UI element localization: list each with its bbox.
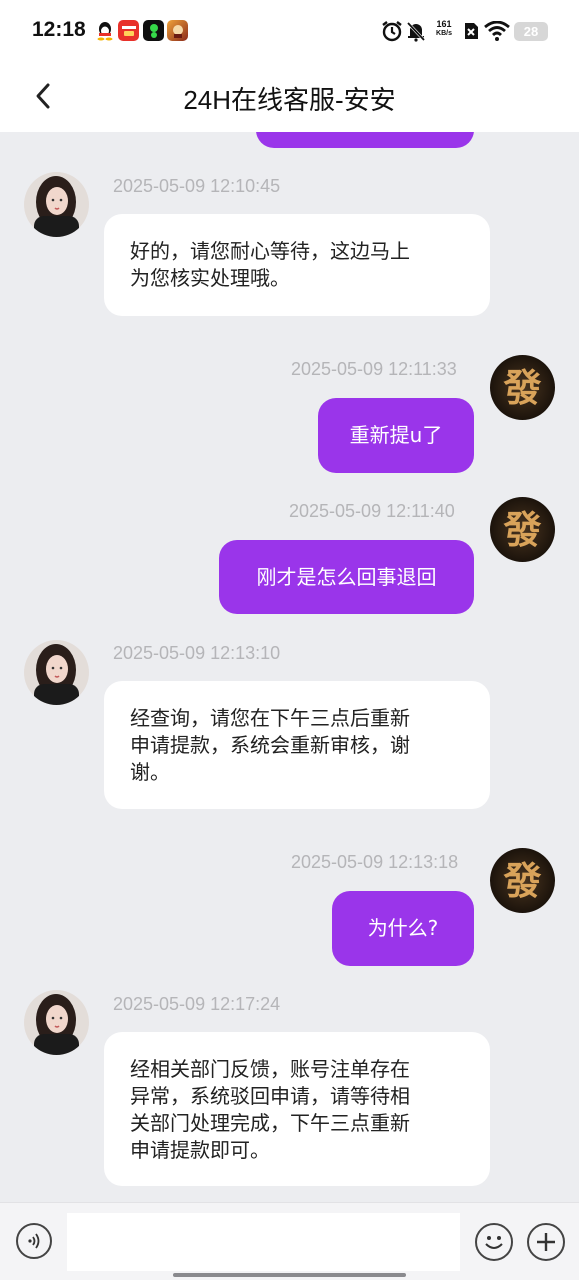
message-timestamp: 2025-05-09 12:17:24 (113, 994, 281, 1014)
status-time: 12:18 (32, 18, 86, 41)
status-bar: 12:18 161 KB/s 28 (0, 0, 579, 62)
network-speed-value: 161 (436, 19, 452, 29)
agent-message-bubble[interactable]: 经查询，请您在下午三点后重新 申请提款，系统会重新审核，谢 谢。 (104, 681, 490, 809)
chat-header: 24H在线客服-安安 (0, 62, 579, 132)
network-speed: 161 KB/s (431, 19, 457, 39)
message-text: 重新提u了 (349, 423, 443, 447)
page-title: 24H在线客服-安安 (183, 85, 396, 115)
message-timestamp: 2025-05-09 12:11:33 (291, 359, 457, 379)
game-app-icon (167, 20, 188, 41)
alarm-icon (381, 19, 403, 43)
message-line: 好的，请您耐心等待，这边马上 (130, 239, 410, 263)
message-input-bar (0, 1202, 579, 1280)
message-line: 为您核实处理哦。 (130, 266, 290, 290)
message-line: 关部门处理完成，下午三点重新 (130, 1111, 410, 1135)
previous-message-bubble[interactable] (256, 132, 474, 148)
agent-avatar[interactable] (24, 990, 89, 1055)
voice-icon[interactable] (16, 1223, 52, 1259)
message-input[interactable] (67, 1213, 460, 1271)
message-line: 经查询，请您在下午三点后重新 (130, 706, 410, 730)
emoji-icon[interactable] (475, 1223, 513, 1261)
mute-bell-icon (405, 19, 427, 43)
network-speed-unit: KB/s (436, 30, 452, 37)
agent-avatar[interactable] (24, 640, 89, 705)
user-avatar[interactable]: 發 (490, 355, 555, 420)
user-message-bubble[interactable]: 为什么? (332, 891, 474, 966)
sim-x-icon (463, 19, 479, 43)
message-text: 刚才是怎么回事退回 (256, 564, 437, 589)
message-line: 异常，系统驳回申请，请等待相 (130, 1084, 410, 1108)
agent-avatar[interactable] (24, 172, 89, 237)
message-timestamp: 2025-05-09 12:13:10 (113, 643, 281, 663)
message-line: 申请提款，系统会重新审核，谢 (130, 733, 410, 757)
user-avatar-glyph: 發 (502, 507, 541, 552)
message-timestamp: 2025-05-09 12:11:40 (289, 501, 455, 521)
user-avatar-glyph: 發 (502, 365, 541, 410)
home-indicator (173, 1273, 406, 1277)
user-avatar[interactable]: 發 (490, 848, 555, 913)
agent-message-bubble[interactable]: 好的，请您耐心等待，这边马上 为您核实处理哦。 (104, 214, 490, 316)
message-timestamp: 2025-05-09 12:10:45 (113, 176, 281, 196)
wifi-icon (484, 19, 510, 43)
message-text: 为什么? (367, 916, 439, 940)
user-message-bubble[interactable]: 重新提u了 (318, 398, 474, 473)
user-message-bubble[interactable]: 刚才是怎么回事退回 (219, 540, 474, 614)
qq-icon (94, 20, 115, 41)
message-timestamp: 2025-05-09 12:13:18 (291, 852, 459, 872)
agent-message-bubble[interactable]: 经相关部门反馈，账号注单存在 异常，系统驳回申请，请等待相 关部门处理完成，下午… (104, 1032, 490, 1186)
message-line: 经相关部门反馈，账号注单存在 (130, 1057, 410, 1081)
message-line: 谢。 (130, 760, 170, 784)
user-avatar-glyph: 發 (502, 858, 541, 903)
news-app-icon (118, 20, 139, 41)
battery-icon: 28 (514, 22, 548, 41)
message-line: 申请提款即可。 (130, 1138, 270, 1162)
user-avatar[interactable]: 發 (490, 497, 555, 562)
plus-icon[interactable] (527, 1223, 565, 1261)
green-app-icon (143, 20, 164, 41)
chat-message-list[interactable]: 2025-05-09 12:10:45 好的，请您耐心等待，这边马上 为您核实处… (0, 132, 579, 1202)
